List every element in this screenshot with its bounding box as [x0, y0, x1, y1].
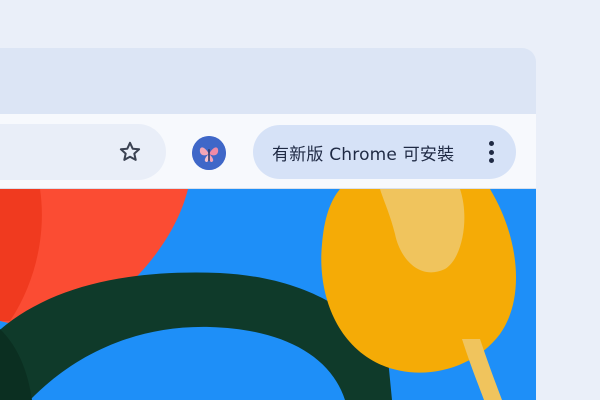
butterfly-icon: [192, 136, 226, 170]
profile-avatar[interactable]: [192, 136, 226, 170]
wallpaper: [0, 189, 536, 400]
update-chrome-button[interactable]: 有新版 Chrome 可安裝: [253, 125, 516, 179]
toolbar: 有新版 Chrome 可安裝: [0, 114, 536, 189]
browser-window: 有新版 Chrome 可安裝: [0, 48, 536, 400]
update-button-label: 有新版 Chrome 可安裝: [272, 144, 455, 165]
three-dots-menu-icon[interactable]: [484, 138, 498, 166]
tab-strip: [0, 48, 536, 114]
star-icon[interactable]: [118, 140, 142, 164]
